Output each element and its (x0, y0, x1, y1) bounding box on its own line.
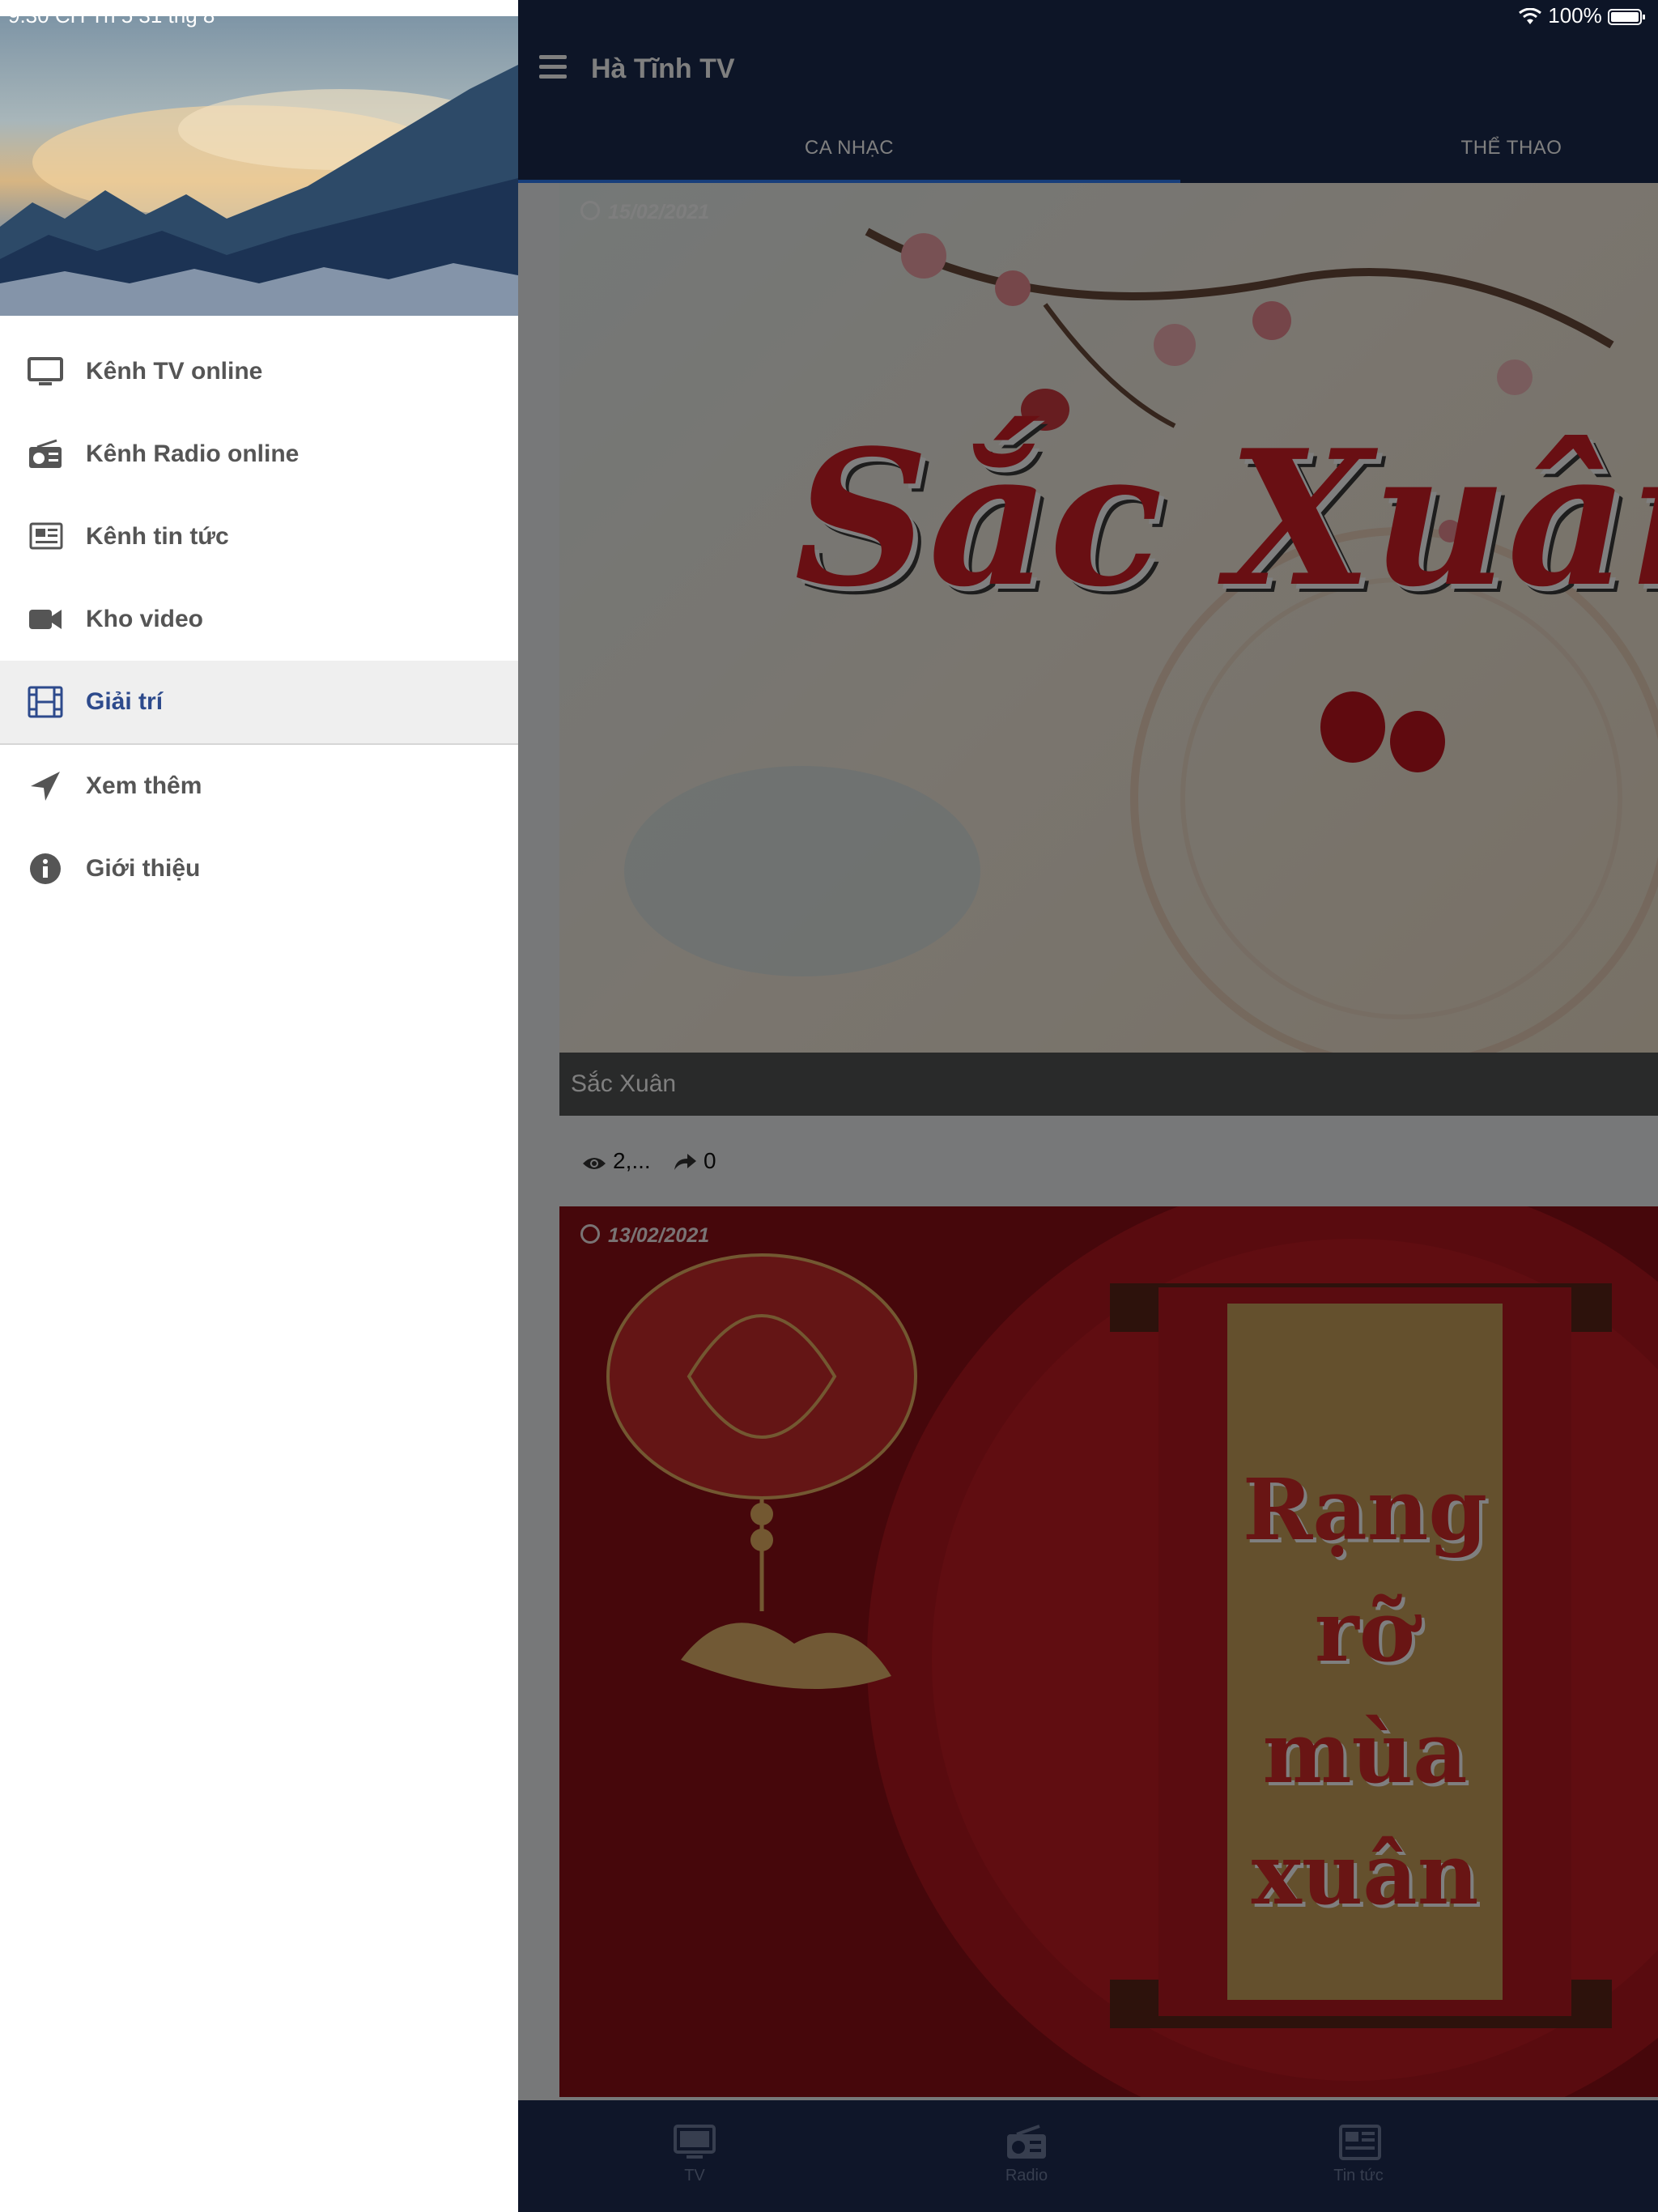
newspaper-icon (29, 522, 63, 550)
drawer-item-label: Giải trí (86, 688, 164, 715)
drawer-item-label: Xem thêm (86, 772, 202, 799)
drawer-item-label: Kênh TV online (86, 358, 263, 385)
status-indicators: 100% (1518, 3, 1647, 28)
drawer-item-about[interactable]: Giới thiệu (0, 827, 518, 910)
drawer-header-image (0, 16, 518, 316)
film-icon (28, 686, 63, 718)
location-arrow-icon (31, 772, 60, 801)
drawer-item-tv-online[interactable]: Kênh TV online (0, 330, 518, 413)
drawer-item-video[interactable]: Kho video (0, 578, 518, 661)
video-camera-icon (29, 610, 62, 629)
drawer-item-more[interactable]: Xem thêm (0, 745, 518, 827)
drawer-item-label: Kênh tin tức (86, 523, 229, 550)
drawer-item-label: Kho video (86, 606, 204, 632)
info-icon (30, 853, 61, 884)
drawer-scrim[interactable] (518, 0, 1658, 2212)
wifi-icon (1519, 7, 1541, 24)
tv-icon (28, 357, 63, 385)
drawer-item-label: Giới thiệu (86, 855, 201, 882)
drawer-item-entertainment[interactable]: Giải trí (0, 661, 518, 745)
status-time: 9:30 CH Th 5 31 thg 8 (8, 3, 215, 28)
drawer-item-radio-online[interactable]: Kênh Radio online (0, 413, 518, 496)
drawer-item-news[interactable]: Kênh tin tức (0, 496, 518, 578)
battery-percent: 100% (1548, 3, 1602, 28)
radio-icon (29, 439, 62, 468)
battery-icon (1608, 9, 1645, 25)
navigation-drawer: Kênh TV online Kênh Radio online Kênh ti… (0, 0, 518, 2212)
drawer-item-label: Kênh Radio online (86, 440, 300, 467)
